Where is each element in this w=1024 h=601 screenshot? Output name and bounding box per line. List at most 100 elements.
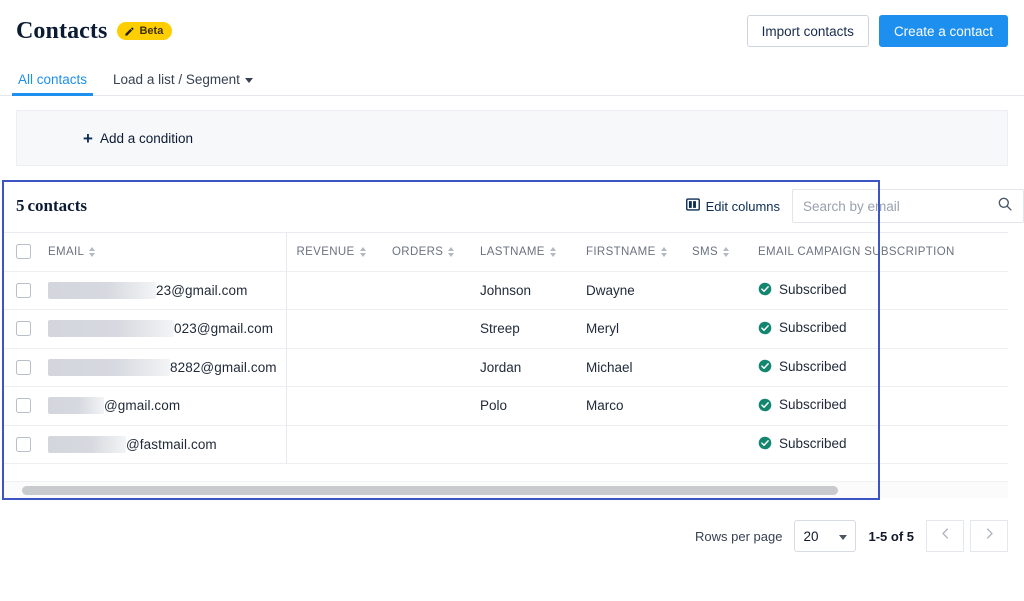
search-box[interactable] bbox=[792, 189, 1024, 223]
table-toolbar: 5contacts Edit columns bbox=[4, 180, 1008, 232]
cell-subscription: Subscribed bbox=[748, 425, 978, 464]
columns-icon bbox=[686, 198, 700, 214]
filter-panel: + Add a condition bbox=[16, 110, 1008, 166]
header-email-label: EMAIL bbox=[48, 246, 84, 258]
row-checkbox[interactable] bbox=[16, 437, 31, 452]
check-circle-icon bbox=[758, 398, 772, 412]
page-header: Contacts Beta Import contacts Create a c… bbox=[0, 0, 1024, 62]
create-contact-button[interactable]: Create a contact bbox=[879, 15, 1008, 47]
edit-columns-button[interactable]: Edit columns bbox=[686, 198, 780, 214]
table-row[interactable]: 23@gmail.comJohnsonDwayneSubscribed14 bbox=[4, 271, 1008, 310]
plus-icon: + bbox=[83, 130, 93, 147]
tab-all-contacts[interactable]: All contacts bbox=[16, 72, 89, 95]
contacts-count-number: 5 bbox=[16, 196, 25, 215]
header-select-all bbox=[4, 233, 38, 271]
cell-revenue bbox=[286, 425, 382, 464]
header-la-truncated[interactable]: LA bbox=[978, 233, 1008, 271]
cell-orders bbox=[382, 310, 470, 349]
cell-sms bbox=[682, 348, 748, 387]
cell-email: @gmail.com bbox=[38, 387, 286, 426]
rows-per-page-select[interactable]: 20 bbox=[794, 520, 856, 552]
table-row[interactable]: 023@gmail.comStreepMerylSubscribed14 bbox=[4, 310, 1008, 349]
search-icon[interactable] bbox=[997, 196, 1013, 217]
sort-icon[interactable] bbox=[550, 247, 556, 257]
redacted-email-block bbox=[48, 397, 104, 414]
cell-lastname bbox=[470, 425, 576, 464]
row-select-cell bbox=[4, 310, 38, 349]
cell-revenue bbox=[286, 348, 382, 387]
horizontal-scrollbar[interactable] bbox=[4, 481, 1008, 498]
cell-subscription: Subscribed bbox=[748, 271, 978, 310]
contacts-table: EMAIL REVENUE ORDERS bbox=[4, 233, 1008, 464]
cell-orders bbox=[382, 271, 470, 310]
header-subscription-label: EMAIL CAMPAIGN SUBSCRIPTION bbox=[758, 246, 955, 258]
header-orders-label: ORDERS bbox=[392, 246, 443, 258]
header-revenue[interactable]: REVENUE bbox=[286, 233, 382, 271]
cell-lastname: Johnson bbox=[470, 271, 576, 310]
sort-icon[interactable] bbox=[89, 247, 95, 257]
cell-firstname: Dwayne bbox=[576, 271, 682, 310]
header-sms[interactable]: SMS bbox=[682, 233, 748, 271]
header-firstname[interactable]: FIRSTNAME bbox=[576, 233, 682, 271]
header-lastname[interactable]: LASTNAME bbox=[470, 233, 576, 271]
email-visible-text: @fastmail.com bbox=[126, 437, 217, 452]
check-circle-icon bbox=[758, 436, 772, 450]
table-scroll-area[interactable]: EMAIL REVENUE ORDERS bbox=[4, 232, 1008, 481]
email-visible-text: @gmail.com bbox=[104, 398, 180, 413]
contacts-table-card: 5contacts Edit columns bbox=[4, 180, 1008, 498]
pagination: Rows per page 20 1-5 of 5 bbox=[695, 520, 1008, 552]
header-email-campaign-subscription[interactable]: EMAIL CAMPAIGN SUBSCRIPTION bbox=[748, 233, 978, 271]
add-condition-button[interactable]: + Add a condition bbox=[83, 130, 193, 147]
search-input[interactable] bbox=[803, 199, 991, 214]
table-row[interactable]: 8282@gmail.comJordanMichaelSubscribed14 bbox=[4, 348, 1008, 387]
header-email[interactable]: EMAIL bbox=[38, 233, 286, 271]
header-lastname-label: LASTNAME bbox=[480, 246, 545, 258]
row-checkbox[interactable] bbox=[16, 360, 31, 375]
import-contacts-button[interactable]: Import contacts bbox=[747, 15, 869, 47]
toolbar-right-group: Edit columns bbox=[686, 189, 1024, 223]
check-circle-icon bbox=[758, 321, 772, 335]
select-all-checkbox[interactable] bbox=[16, 244, 31, 259]
cell-la: 14 bbox=[978, 387, 1008, 426]
row-checkbox[interactable] bbox=[16, 398, 31, 413]
redacted-email-block bbox=[48, 436, 126, 453]
cell-firstname bbox=[576, 425, 682, 464]
cell-lastname: Jordan bbox=[470, 348, 576, 387]
edit-columns-label: Edit columns bbox=[706, 199, 780, 214]
sort-icon[interactable] bbox=[360, 247, 366, 257]
tab-load-list-segment[interactable]: Load a list / Segment bbox=[111, 72, 255, 95]
row-checkbox[interactable] bbox=[16, 321, 31, 336]
rows-per-page-value: 20 bbox=[803, 529, 818, 544]
cell-la: 14 bbox=[978, 348, 1008, 387]
status-badge: Beta bbox=[117, 22, 172, 40]
table-head: EMAIL REVENUE ORDERS bbox=[4, 233, 1008, 271]
sort-icon[interactable] bbox=[448, 247, 454, 257]
title-group: Contacts Beta bbox=[16, 18, 172, 45]
next-page-button[interactable] bbox=[970, 520, 1008, 552]
cell-revenue bbox=[286, 310, 382, 349]
subscription-status: Subscribed bbox=[779, 282, 847, 297]
table-row[interactable]: @fastmail.comSubscribed14 bbox=[4, 425, 1008, 464]
previous-page-button[interactable] bbox=[926, 520, 964, 552]
contacts-table-region: 5contacts Edit columns bbox=[0, 180, 1008, 498]
row-checkbox[interactable] bbox=[16, 283, 31, 298]
chevron-down-icon bbox=[839, 535, 847, 540]
sort-icon[interactable] bbox=[661, 247, 667, 257]
table-row[interactable]: @gmail.comPoloMarcoSubscribed14 bbox=[4, 387, 1008, 426]
cell-firstname: Marco bbox=[576, 387, 682, 426]
cell-email: 8282@gmail.com bbox=[38, 348, 286, 387]
email-visible-text: 8282@gmail.com bbox=[170, 360, 277, 375]
scrollbar-thumb[interactable] bbox=[22, 486, 838, 495]
row-select-cell bbox=[4, 387, 38, 426]
header-sms-label: SMS bbox=[692, 246, 718, 258]
cell-sms bbox=[682, 425, 748, 464]
header-orders[interactable]: ORDERS bbox=[382, 233, 470, 271]
page-title: Contacts bbox=[16, 18, 107, 45]
email-visible-text: 023@gmail.com bbox=[174, 321, 273, 336]
chevron-right-icon bbox=[982, 526, 997, 546]
sort-icon[interactable] bbox=[723, 247, 729, 257]
cell-revenue bbox=[286, 271, 382, 310]
cell-revenue bbox=[286, 387, 382, 426]
subscription-status: Subscribed bbox=[779, 359, 847, 374]
subscription-status: Subscribed bbox=[779, 436, 847, 451]
